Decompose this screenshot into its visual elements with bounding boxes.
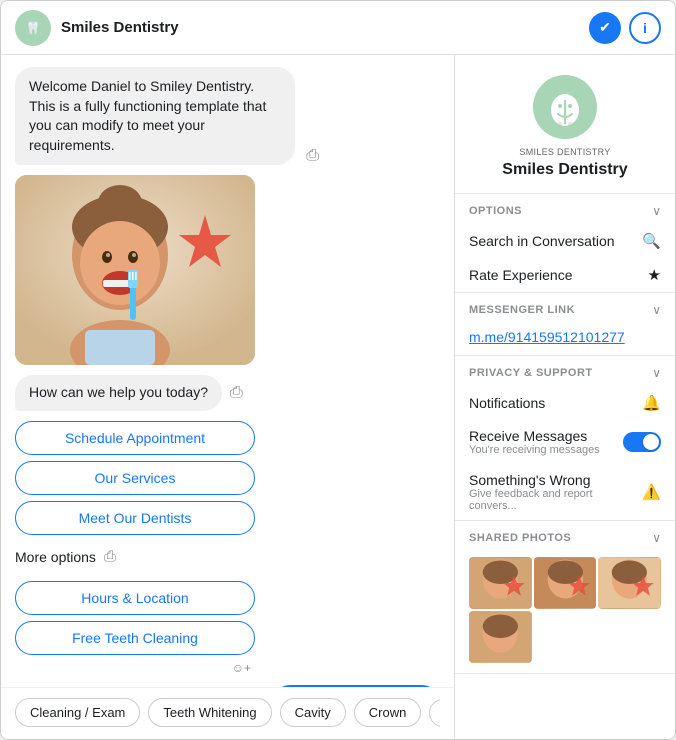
quick-reply-cleaning[interactable]: Free Teeth Cleaning <box>15 621 255 655</box>
app-container: 🦷 Smiles Dentistry ✔ i Welcome Daniel to… <box>0 0 676 740</box>
options-section-title: OPTIONS <box>469 205 522 217</box>
check-icon: ✔ <box>599 19 611 36</box>
panel-messenger-section: MESSENGER LINK ∨ m.me/914159512101277 <box>455 293 675 356</box>
receive-messages-row: Receive Messages You're receiving messag… <box>455 420 675 464</box>
more-options-row: More options ⎙ <box>15 543 255 571</box>
panel-privacy-section: PRIVACY & SUPPORT ∨ Notifications 🔔 Rece… <box>455 356 675 521</box>
notifications-label: Notifications <box>469 395 545 411</box>
privacy-section-title: PRIVACY & SUPPORT <box>469 367 593 379</box>
warning-icon: ⚠️ <box>642 483 661 501</box>
panel-business-name: Smiles Dentistry <box>502 161 627 179</box>
more-options-label: More options <box>15 543 96 571</box>
info-icon: i <box>643 20 647 36</box>
chat-image-inner <box>15 175 255 365</box>
something-wrong-stack: Something's Wrong Give feedback and repo… <box>469 472 642 512</box>
options-section-header[interactable]: OPTIONS ∨ <box>455 194 675 224</box>
more-quick-replies: Hours & Location Free Teeth Cleaning <box>15 581 255 655</box>
chat-image <box>15 175 255 365</box>
chips-scroll-arrow[interactable]: › <box>429 699 440 727</box>
rate-row[interactable]: Rate Experience ★ <box>455 258 675 292</box>
header-actions: ✔ i <box>589 12 661 44</box>
messenger-section-header[interactable]: MESSENGER LINK ∨ <box>455 293 675 323</box>
chip-whitening[interactable]: Teeth Whitening <box>148 698 271 727</box>
check-button[interactable]: ✔ <box>589 12 621 44</box>
svg-text:🦷: 🦷 <box>26 21 41 35</box>
something-wrong-row: Something's Wrong Give feedback and repo… <box>455 464 675 520</box>
search-row[interactable]: Search in Conversation 🔍 <box>455 224 675 258</box>
chat-messages[interactable]: Welcome Daniel to Smiley Dentistry. This… <box>1 55 454 687</box>
search-label: Search in Conversation <box>469 233 615 249</box>
right-panel: SMILES DENTISTRY Smiles Dentistry OPTION… <box>455 55 675 739</box>
msg-row: Welcome Daniel to Smiley Dentistry. This… <box>15 67 440 165</box>
messenger-chevron-icon: ∨ <box>652 303 661 317</box>
share-icon-more[interactable]: ⎙ <box>104 548 116 565</box>
messenger-link[interactable]: m.me/914159512101277 <box>455 323 675 355</box>
welcome-text: Welcome Daniel to Smiley Dentistry. This… <box>29 78 266 153</box>
header-title: Smiles Dentistry <box>61 19 589 36</box>
photos-section-header[interactable]: SHARED PHOTOS ∨ <box>455 521 675 551</box>
search-icon[interactable]: 🔍 <box>642 232 661 250</box>
chip-crown[interactable]: Crown <box>354 698 422 727</box>
help-msg-row: How can we help you today? ⎙ Schedule Ap… <box>15 375 440 675</box>
receive-messages-label: Receive Messages <box>469 428 600 444</box>
star-icon[interactable]: ★ <box>648 266 661 284</box>
panel-logo-label: SMILES DENTISTRY <box>519 147 610 157</box>
main-area: Welcome Daniel to Smiley Dentistry. This… <box>1 55 675 739</box>
chip-cavity[interactable]: Cavity <box>280 698 346 727</box>
photo-thumb-1[interactable] <box>469 557 532 609</box>
share-icon-help[interactable]: ⎙ <box>230 384 243 402</box>
panel-options-section: OPTIONS ∨ Search in Conversation 🔍 Rate … <box>455 194 675 293</box>
rate-label: Rate Experience <box>469 267 573 283</box>
panel-logo <box>533 75 597 139</box>
chips-area: Cleaning / Exam Teeth Whitening Cavity C… <box>1 687 454 739</box>
privacy-section-header[interactable]: PRIVACY & SUPPORT ∨ <box>455 356 675 386</box>
toggle-knob <box>643 434 659 450</box>
receive-messages-sub: You're receiving messages <box>469 444 600 456</box>
chip-cleaning[interactable]: Cleaning / Exam <box>15 698 140 727</box>
chips-scroll-row: Cleaning / Exam Teeth Whitening Cavity C… <box>15 698 440 727</box>
photo-thumb-3[interactable] <box>598 557 661 609</box>
bell-icon: 🔔 <box>642 394 661 412</box>
photo-thumb-4[interactable] <box>469 611 532 663</box>
something-wrong-label: Something's Wrong <box>469 472 642 488</box>
photos-chevron-icon: ∨ <box>652 531 661 545</box>
help-bubble: How can we help you today? <box>15 375 222 411</box>
quick-reply-services[interactable]: Our Services <box>15 461 255 495</box>
share-icon[interactable]: ⎙ <box>306 147 319 165</box>
photos-grid <box>455 551 675 673</box>
receive-messages-stack: Receive Messages You're receiving messag… <box>469 428 600 456</box>
quick-replies: Schedule Appointment Our Services Meet O… <box>15 421 255 535</box>
notifications-row: Notifications 🔔 <box>455 386 675 420</box>
help-text: How can we help you today? <box>29 384 208 400</box>
receive-messages-toggle[interactable] <box>623 432 661 452</box>
chat-panel: Welcome Daniel to Smiley Dentistry. This… <box>1 55 455 739</box>
welcome-bubble: Welcome Daniel to Smiley Dentistry. This… <box>15 67 295 165</box>
privacy-chevron-icon: ∨ <box>652 366 661 380</box>
messenger-section-title: MESSENGER LINK <box>469 304 575 316</box>
panel-business-header: SMILES DENTISTRY Smiles Dentistry <box>455 55 675 194</box>
info-button[interactable]: i <box>629 12 661 44</box>
options-chevron-icon: ∨ <box>652 204 661 218</box>
photo-thumb-2[interactable] <box>534 557 597 609</box>
quick-reply-hours[interactable]: Hours & Location <box>15 581 255 615</box>
chat-header: 🦷 Smiles Dentistry ✔ i <box>1 1 675 55</box>
quick-reply-schedule[interactable]: Schedule Appointment <box>15 421 255 455</box>
header-avatar: 🦷 <box>15 10 51 46</box>
image-msg-row <box>15 175 440 365</box>
something-wrong-sub: Give feedback and report convers... <box>469 488 642 512</box>
welcome-msg-block: Welcome Daniel to Smiley Dentistry. This… <box>15 67 295 165</box>
outgoing-schedule-bubble: Schedule Appointment <box>272 685 440 687</box>
photos-section-title: SHARED PHOTOS <box>469 532 571 544</box>
panel-photos-section: SHARED PHOTOS ∨ <box>455 521 675 674</box>
quick-reply-dentists[interactable]: Meet Our Dentists <box>15 501 255 535</box>
